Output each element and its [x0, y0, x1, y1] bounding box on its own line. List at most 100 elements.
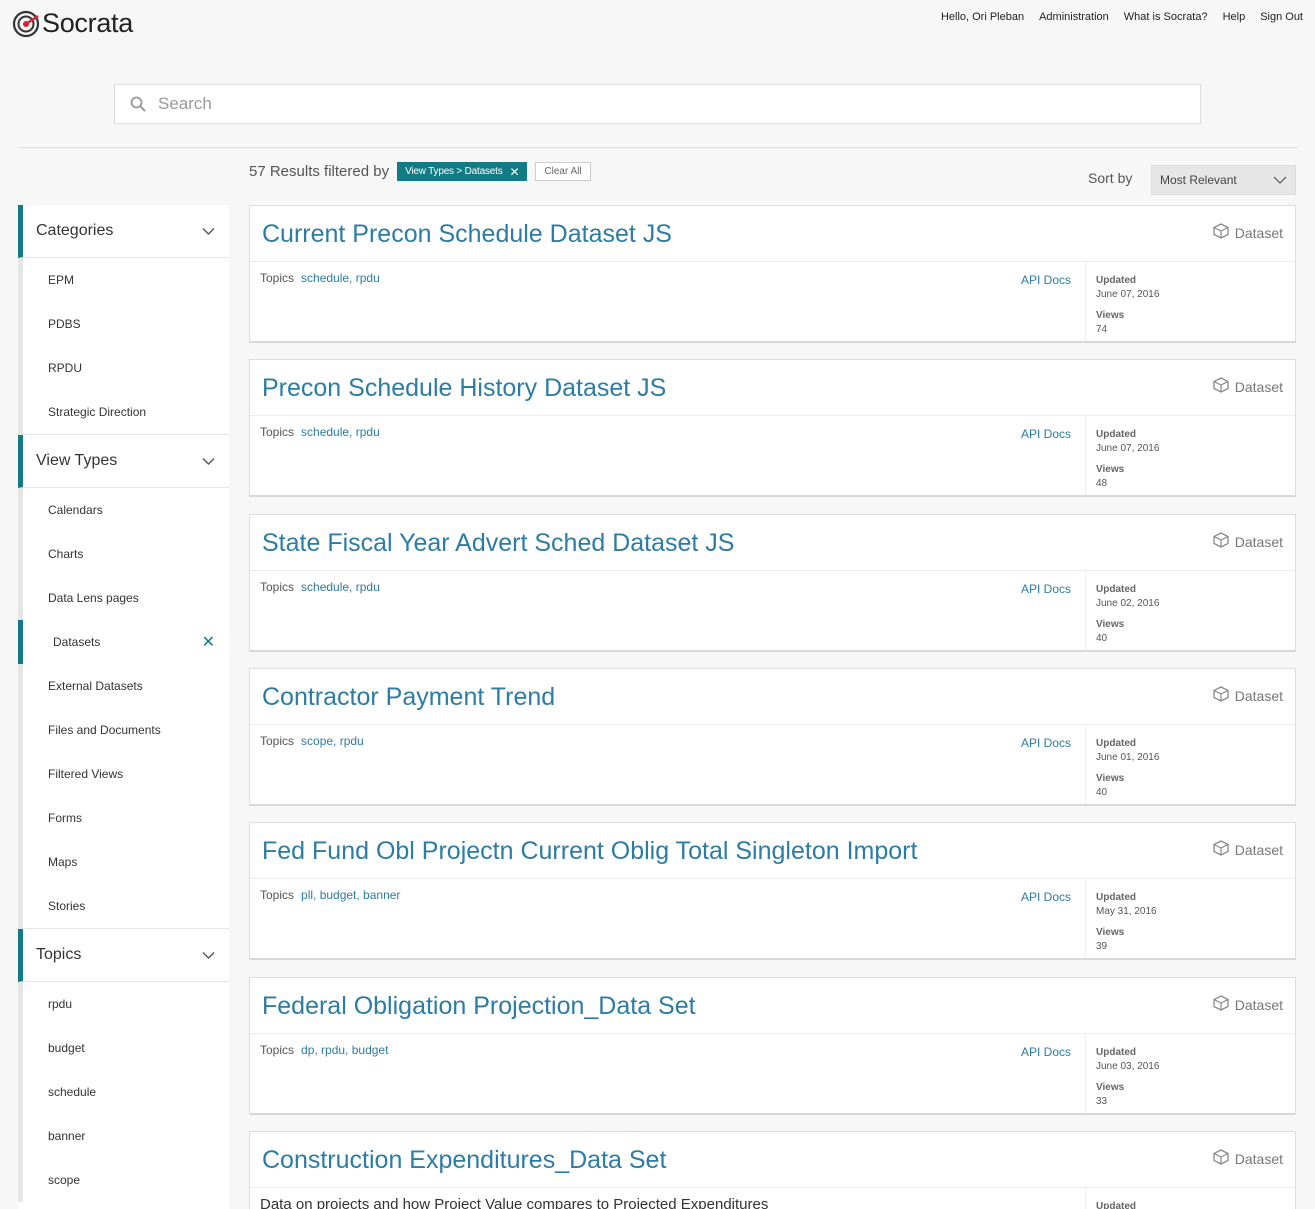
topics-label: Topics	[260, 1043, 295, 1057]
updated-label: Updated	[1096, 584, 1136, 595]
result-title-link[interactable]: Construction Expenditures_Data Set	[262, 1146, 666, 1175]
result-description: Data on projects and how Project Value c…	[260, 1196, 769, 1209]
result-title-link[interactable]: Contractor Payment Trend	[262, 683, 555, 712]
divider	[1085, 1034, 1086, 1113]
sort-label: Sort by	[1088, 170, 1133, 186]
facet-title: Topics	[36, 946, 82, 963]
divider	[250, 724, 1295, 725]
result-title-link[interactable]: Current Precon Schedule Dataset JS	[262, 220, 672, 249]
facet-item[interactable]: budget	[23, 1026, 229, 1070]
facet-item-active[interactable]: Datasets ✕	[18, 620, 229, 664]
result-type: Dataset	[1213, 686, 1283, 705]
views-value: 40	[1096, 787, 1108, 798]
facet-header-view-types[interactable]: View Types	[18, 435, 229, 488]
nav-sign-out[interactable]: Sign Out	[1260, 11, 1303, 23]
divider	[18, 147, 1298, 148]
facet-item[interactable]: rpdu	[23, 982, 229, 1026]
search-input[interactable]	[158, 94, 1158, 114]
api-docs-link[interactable]: API Docs	[1021, 427, 1071, 441]
close-icon[interactable]: ✕	[202, 632, 215, 652]
api-docs-link[interactable]: API Docs	[1021, 1045, 1071, 1059]
result-card: Federal Obligation Projection_Data Set Da…	[249, 977, 1296, 1115]
dataset-icon	[1213, 532, 1229, 551]
views-value: 33	[1096, 1096, 1108, 1107]
topics-label: Topics	[260, 888, 295, 902]
topics-links[interactable]: pll, budget, banner	[301, 888, 400, 902]
nav-what-is-socrata[interactable]: What is Socrata?	[1124, 11, 1208, 23]
topics-links[interactable]: scope, rpdu	[301, 734, 364, 748]
nav-help[interactable]: Help	[1223, 11, 1246, 23]
active-filter-pill[interactable]: View Types > Datasets ✕	[397, 162, 528, 181]
remove-filter-icon[interactable]: ✕	[510, 166, 520, 178]
nav-user-greeting[interactable]: Hello, Ori Pleban	[941, 11, 1024, 23]
sort-select-value: Most Relevant	[1160, 173, 1237, 187]
facet-item[interactable]: Maps	[23, 840, 229, 884]
divider	[1085, 1188, 1086, 1209]
dataset-icon	[1213, 995, 1229, 1014]
updated-value: May 31, 2016	[1096, 906, 1157, 917]
dataset-icon	[1213, 223, 1229, 242]
facet-list-categories: EPM PDBS RPDU Strategic Direction	[18, 258, 229, 435]
clear-all-button[interactable]: Clear All	[535, 162, 591, 181]
facet-item[interactable]: EPM	[23, 258, 229, 302]
facet-item-label: Datasets	[53, 635, 101, 649]
divider	[250, 1187, 1295, 1188]
topics-label: Topics	[260, 271, 295, 285]
facet-item[interactable]: banner	[23, 1114, 229, 1158]
facet-item[interactable]: Filtered Views	[23, 752, 229, 796]
facet-item[interactable]: RPDU	[23, 346, 229, 390]
result-type: Dataset	[1213, 223, 1283, 242]
result-title-link[interactable]: State Fiscal Year Advert Sched Dataset J…	[262, 529, 735, 558]
result-meta: Updated	[1096, 1200, 1136, 1209]
facet-title: View Types	[36, 452, 118, 469]
result-title-link[interactable]: Federal Obligation Projection_Data Set	[262, 992, 696, 1021]
search-icon	[130, 96, 146, 112]
updated-value: June 07, 2016	[1096, 443, 1160, 454]
result-meta: Updated June 01, 2016 Views 40	[1096, 737, 1159, 800]
facet-header-topics[interactable]: Topics	[18, 929, 229, 982]
views-label: Views	[1096, 773, 1125, 784]
facet-item[interactable]: Calendars	[23, 488, 229, 532]
facet-item[interactable]: PDBS	[23, 302, 229, 346]
facet-header-categories[interactable]: Categories	[18, 205, 229, 258]
result-meta: Updated June 03, 2016 Views 33	[1096, 1046, 1159, 1109]
topics-links[interactable]: schedule, rpdu	[301, 425, 380, 439]
logo-text: Socrata	[42, 8, 133, 38]
facet-item[interactable]: Forms	[23, 796, 229, 840]
updated-label: Updated	[1096, 1047, 1136, 1058]
facet-item[interactable]: Strategic Direction	[23, 390, 229, 434]
topics-links[interactable]: dp, rpdu, budget	[301, 1043, 388, 1057]
sort-select[interactable]: Most Relevant	[1151, 165, 1296, 195]
result-type-label: Dataset	[1234, 533, 1283, 550]
search-bar	[114, 84, 1201, 124]
nav-administration[interactable]: Administration	[1039, 11, 1109, 23]
logo[interactable]: Socrata	[12, 8, 133, 39]
result-title-link[interactable]: Fed Fund Obl Projectn Current Oblig Tota…	[262, 837, 917, 866]
dataset-icon	[1213, 686, 1229, 705]
facet-item[interactable]: Data Lens pages	[23, 576, 229, 620]
api-docs-link[interactable]: API Docs	[1021, 890, 1071, 904]
topics-links[interactable]: schedule, rpdu	[301, 580, 380, 594]
api-docs-link[interactable]: API Docs	[1021, 736, 1071, 750]
facet-item[interactable]: Stories	[23, 884, 229, 928]
chevron-down-icon	[202, 457, 215, 465]
facet-item[interactable]: scope	[23, 1158, 229, 1202]
top-nav: Hello, Ori Pleban Administration What is…	[941, 11, 1303, 23]
result-type-label: Dataset	[1234, 687, 1283, 704]
result-topics: Topics schedule, rpdu	[260, 271, 380, 285]
result-type-label: Dataset	[1234, 224, 1283, 241]
facet-item[interactable]: Charts	[23, 532, 229, 576]
views-value: 40	[1096, 633, 1108, 644]
facet-item[interactable]: Files and Documents	[23, 708, 229, 752]
facet-item[interactable]: External Datasets	[23, 664, 229, 708]
updated-value: June 01, 2016	[1096, 752, 1160, 763]
result-meta: Updated June 07, 2016 Views 74	[1096, 274, 1159, 337]
result-topics: Topics schedule, rpdu	[260, 425, 380, 439]
result-card: Contractor Payment Trend Dataset Topics sco…	[249, 668, 1296, 806]
api-docs-link[interactable]: API Docs	[1021, 582, 1071, 596]
views-value: 74	[1096, 324, 1108, 335]
result-title-link[interactable]: Precon Schedule History Dataset JS	[262, 374, 666, 403]
api-docs-link[interactable]: API Docs	[1021, 273, 1071, 287]
facet-item[interactable]: schedule	[23, 1070, 229, 1114]
topics-links[interactable]: schedule, rpdu	[301, 271, 380, 285]
